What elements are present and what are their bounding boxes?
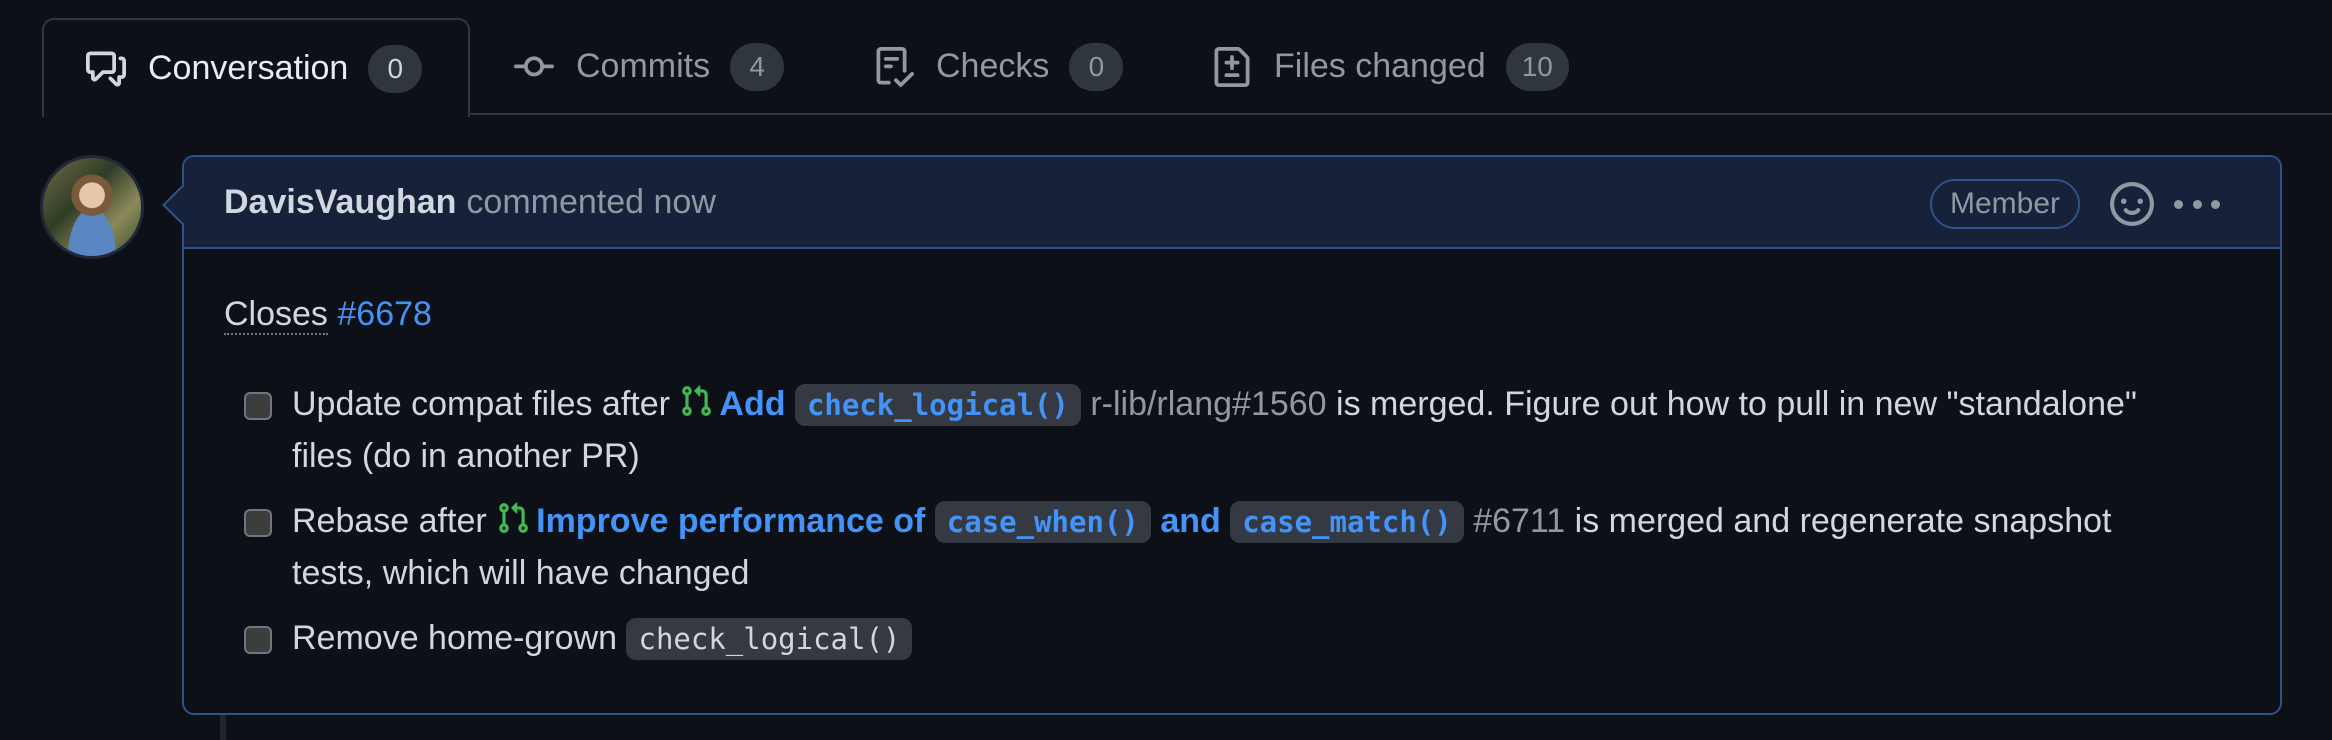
task-text-prefix: Rebase after bbox=[292, 502, 487, 540]
tab-files-changed-count: 10 bbox=[1505, 42, 1569, 91]
task-checkbox[interactable] bbox=[244, 626, 272, 654]
comment-discussion-icon bbox=[84, 47, 128, 91]
checklist-icon bbox=[872, 45, 916, 89]
tab-files-changed[interactable]: Files changed 10 bbox=[1210, 18, 1569, 115]
tab-conversation-label: Conversation bbox=[148, 49, 349, 87]
tab-files-changed-label: Files changed bbox=[1274, 47, 1486, 85]
file-diff-icon bbox=[1210, 45, 1254, 89]
pr-link-title[interactable]: Add bbox=[719, 385, 785, 423]
git-pull-request-icon bbox=[499, 502, 529, 533]
closes-line: Closes #6678 bbox=[224, 289, 2240, 339]
comment-box: DavisVaughan commented now Member Closes… bbox=[162, 155, 2282, 715]
pr-reference[interactable]: #6711 bbox=[1473, 502, 1565, 540]
pr-link-code[interactable]: case_when() bbox=[934, 501, 1151, 543]
git-commit-icon bbox=[512, 45, 556, 89]
avatar[interactable] bbox=[40, 155, 144, 259]
task-list-item: Remove home-grown check_logical() bbox=[244, 613, 2240, 665]
comment-timestamp[interactable]: commented now bbox=[466, 183, 715, 222]
kebab-horizontal-icon[interactable] bbox=[2174, 194, 2220, 214]
closes-keyword: Closes bbox=[224, 295, 328, 335]
comment-header: DavisVaughan commented now Member bbox=[184, 157, 2280, 249]
task-list-item: Update compat files after Add check_logi… bbox=[244, 379, 2240, 482]
pr-reference[interactable]: r-lib/rlang#1560 bbox=[1090, 385, 1326, 423]
tab-conversation[interactable]: Conversation 0 bbox=[42, 18, 470, 117]
pr-link-code[interactable]: check_logical() bbox=[794, 384, 1081, 426]
task-checkbox[interactable] bbox=[244, 509, 272, 537]
tab-checks-label: Checks bbox=[936, 47, 1050, 85]
comment-header-actions: Member bbox=[1929, 179, 2220, 229]
task-text-prefix: Remove home-grown bbox=[292, 619, 618, 657]
tab-commits[interactable]: Commits 4 bbox=[512, 18, 785, 115]
task-text: Remove home-grown check_logical() bbox=[292, 613, 2152, 665]
tab-commits-label: Commits bbox=[576, 47, 711, 85]
pr-link-code[interactable]: case_match() bbox=[1230, 501, 1464, 543]
inline-code: check_logical() bbox=[626, 618, 913, 660]
pr-link-title[interactable]: Improve performance of bbox=[536, 502, 925, 540]
pr-link-title-mid[interactable]: and bbox=[1160, 502, 1220, 540]
role-badge: Member bbox=[1929, 179, 2080, 229]
comment-body: Closes #6678 Update compat files after A… bbox=[184, 249, 2280, 665]
smiley-reaction-icon[interactable] bbox=[2110, 182, 2154, 226]
task-list-item: Rebase after Improve performance of case… bbox=[244, 496, 2240, 599]
timeline-connector bbox=[220, 715, 226, 740]
task-checkbox[interactable] bbox=[244, 392, 272, 420]
task-text-prefix: Update compat files after bbox=[292, 385, 670, 423]
git-pull-request-icon bbox=[682, 385, 712, 416]
tab-conversation-count: 0 bbox=[368, 44, 423, 93]
tab-checks-count: 0 bbox=[1069, 42, 1124, 91]
tab-commits-count: 4 bbox=[730, 42, 785, 91]
task-text: Rebase after Improve performance of case… bbox=[292, 496, 2152, 599]
task-text: Update compat files after Add check_logi… bbox=[292, 379, 2152, 482]
comment-author[interactable]: DavisVaughan bbox=[224, 183, 456, 222]
pr-tab-nav: Conversation 0 Commits 4 Checks 0 Files … bbox=[0, 0, 2332, 117]
tab-checks[interactable]: Checks 0 bbox=[872, 18, 1124, 115]
closes-issue-link[interactable]: #6678 bbox=[337, 295, 432, 333]
